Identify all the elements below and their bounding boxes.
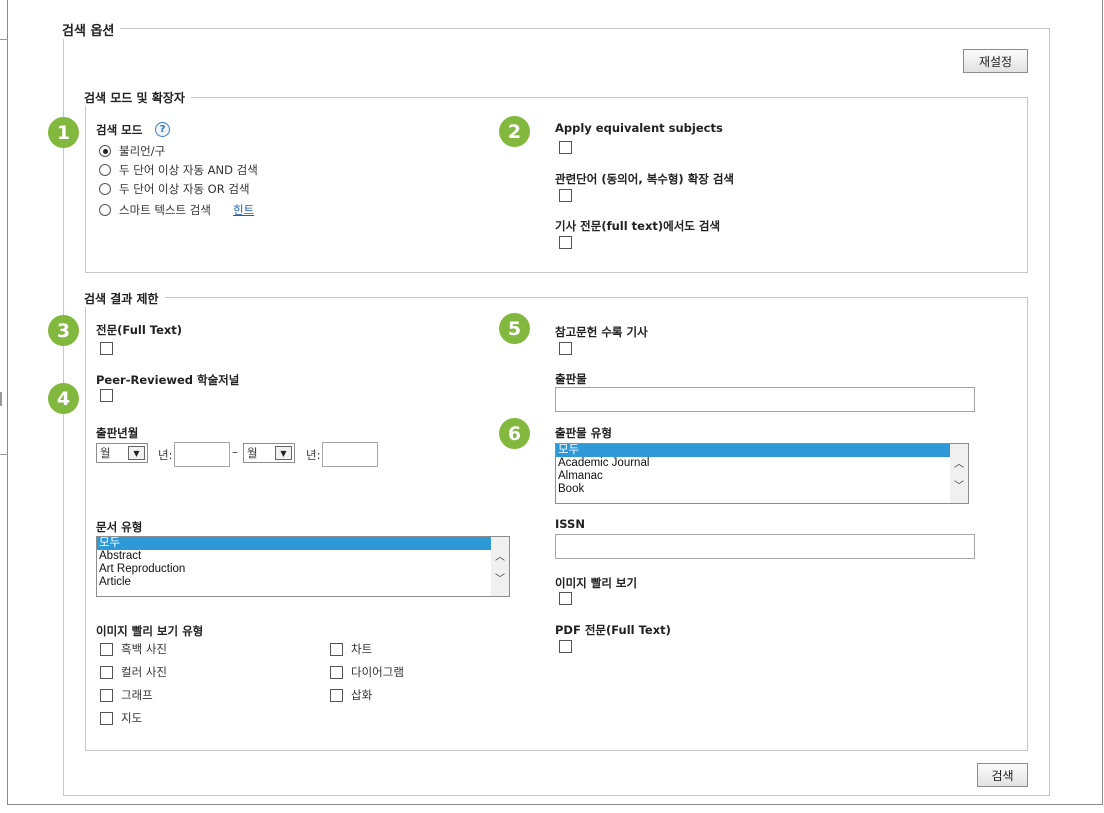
radio-auto-and[interactable] [99, 164, 111, 176]
image-type-label: 이미지 빨리 보기 유형 [96, 624, 204, 638]
search-options-title: 검색 옵션 [56, 20, 121, 39]
start-year-input[interactable] [174, 442, 230, 467]
badge-6: 6 [499, 418, 530, 449]
diagram-label: 다이어그램 [351, 665, 404, 679]
pdf-full-text-checkbox[interactable] [559, 640, 572, 653]
peer-reviewed-label: Peer-Reviewed 학술저널 [96, 373, 240, 387]
start-month-value: 월 [100, 446, 111, 460]
side-divider [0, 39, 8, 40]
mode-section-title: 검색 모드 및 확장자 [78, 89, 191, 106]
graph-checkbox[interactable] [100, 689, 113, 702]
image-quick-view-checkbox[interactable] [559, 592, 572, 605]
hint-link[interactable]: 힌트 [233, 202, 254, 218]
illustration-checkbox[interactable] [330, 689, 343, 702]
radio-smart-text[interactable] [99, 204, 111, 216]
chevron-down-icon[interactable]: ﹀ [952, 478, 966, 492]
doc-type-listbox[interactable]: 모두 Abstract Art Reproduction Article ︿ ﹀ [96, 536, 510, 597]
color-photo-label: 컬러 사진 [121, 665, 167, 679]
issn-input[interactable] [555, 534, 975, 559]
reset-button[interactable]: 재설정 [963, 49, 1028, 73]
badge-1: 1 [48, 117, 79, 148]
pdf-full-text-label: PDF 전문(Full Text) [555, 623, 671, 637]
doc-type-label: 문서 유형 [96, 520, 143, 534]
chevron-down-icon: ▼ [128, 446, 145, 460]
search-button[interactable]: 검색 [977, 763, 1028, 787]
pub-type-label: 출판물 유형 [555, 426, 612, 440]
list-item[interactable]: 모두 [97, 537, 509, 550]
side-divider [0, 454, 8, 455]
full-text-search-label: 기사 전문(full text)에서도 검색 [555, 219, 721, 233]
illustration-label: 삽화 [351, 688, 373, 702]
list-item[interactable]: Article [97, 576, 509, 589]
related-words-label: 관련단어 (동의어, 복수형) 확장 검색 [555, 172, 735, 186]
color-photo-checkbox[interactable] [100, 666, 113, 679]
chart-checkbox[interactable] [330, 643, 343, 656]
full-text-search-checkbox[interactable] [559, 236, 572, 249]
help-icon[interactable]: ? [155, 122, 170, 137]
publication-label: 출판물 [555, 372, 587, 386]
graph-label: 그래프 [121, 688, 153, 702]
bw-photo-checkbox[interactable] [100, 643, 113, 656]
radio-boolean-label: 불리언/구 [119, 144, 166, 158]
scrollbar[interactable]: ︿ ﹀ [491, 537, 509, 596]
end-year-input[interactable] [322, 442, 378, 467]
references-label: 참고문헌 수록 기사 [555, 325, 648, 339]
peer-reviewed-checkbox[interactable] [100, 389, 113, 402]
list-item[interactable]: Book [556, 483, 968, 496]
radio-auto-or[interactable] [99, 183, 111, 195]
end-year-label: 년: [306, 448, 321, 462]
chevron-down-icon[interactable]: ﹀ [493, 571, 507, 585]
badge-3: 3 [48, 315, 79, 346]
equivalent-subjects-checkbox[interactable] [559, 141, 572, 154]
list-item[interactable]: Art Reproduction [97, 563, 509, 576]
bw-photo-label: 흑백 사진 [121, 642, 167, 656]
badge-4: 4 [48, 383, 79, 414]
badge-2: 2 [499, 116, 530, 147]
diagram-checkbox[interactable] [330, 666, 343, 679]
scrollbar[interactable]: ︿ ﹀ [950, 444, 968, 503]
side-mark [0, 392, 2, 406]
start-year-label: 년: [158, 448, 173, 462]
chevron-down-icon: ▼ [275, 446, 292, 460]
radio-smart-text-label: 스마트 텍스트 검색 [119, 203, 211, 217]
chevron-up-icon[interactable]: ︿ [493, 549, 507, 563]
related-words-checkbox[interactable] [559, 189, 572, 202]
issn-label: ISSN [555, 517, 585, 531]
date-range-dash: – [232, 445, 238, 459]
start-month-select[interactable]: 월 ▼ [96, 443, 148, 463]
list-item[interactable]: 모두 [556, 444, 968, 457]
end-month-select[interactable]: 월 ▼ [243, 443, 295, 463]
list-item[interactable]: Almanac [556, 470, 968, 483]
radio-auto-or-label: 두 단어 이상 자동 OR 검색 [119, 182, 250, 196]
search-mode-label: 검색 모드 [96, 123, 143, 137]
end-month-value: 월 [247, 446, 258, 460]
pub-type-listbox[interactable]: 모두 Academic Journal Almanac Book ︿ ﹀ [555, 443, 969, 504]
list-item[interactable]: Academic Journal [556, 457, 968, 470]
badge-5: 5 [499, 313, 530, 344]
full-text-limit-checkbox[interactable] [100, 342, 113, 355]
references-checkbox[interactable] [559, 342, 572, 355]
radio-boolean[interactable] [99, 145, 111, 157]
map-checkbox[interactable] [100, 712, 113, 725]
image-quick-view-label: 이미지 빨리 보기 [555, 576, 638, 590]
pub-date-label: 출판년월 [96, 426, 139, 440]
map-label: 지도 [121, 711, 143, 725]
publication-input[interactable] [555, 387, 975, 412]
full-text-limit-label: 전문(Full Text) [96, 323, 183, 337]
chevron-up-icon[interactable]: ︿ [952, 456, 966, 470]
radio-auto-and-label: 두 단어 이상 자동 AND 검색 [119, 163, 258, 177]
list-item[interactable]: Abstract [97, 550, 509, 563]
equivalent-subjects-label: Apply equivalent subjects [555, 121, 723, 135]
limits-section-title: 검색 결과 제한 [78, 290, 165, 307]
chart-label: 차트 [351, 642, 373, 656]
